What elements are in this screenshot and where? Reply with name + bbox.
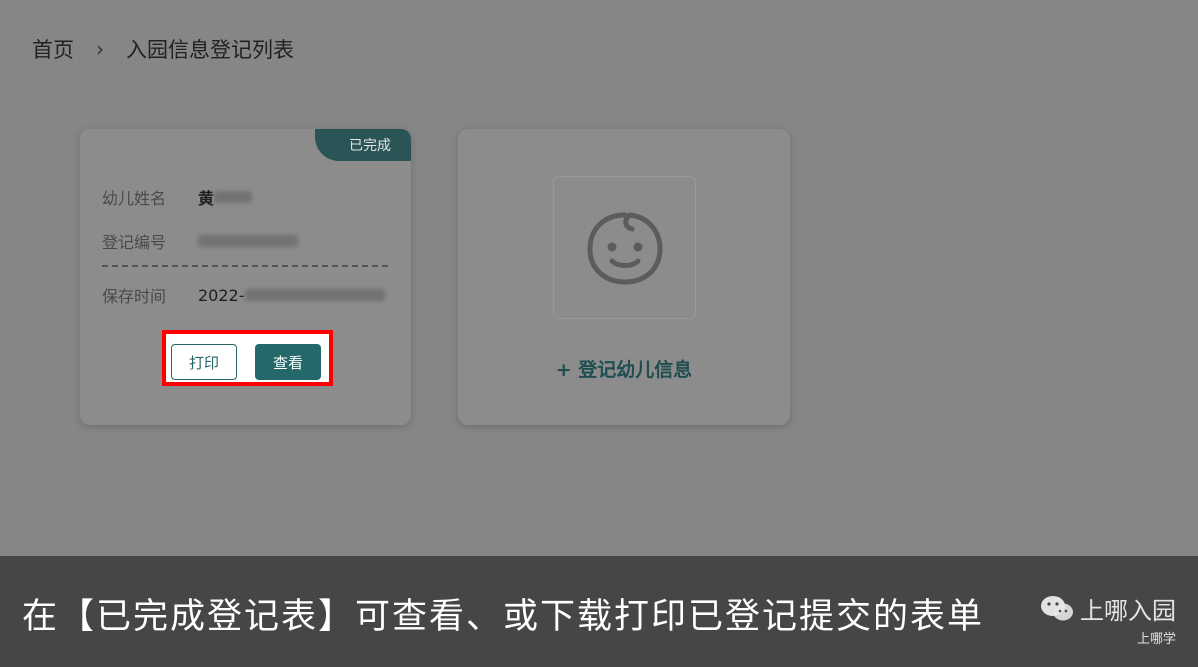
- status-badge: 已完成: [315, 129, 411, 161]
- button-highlight-box: 打印 查看: [162, 330, 333, 386]
- print-button[interactable]: 打印: [171, 344, 237, 380]
- add-child-card[interactable]: + 登记幼儿信息: [458, 129, 790, 425]
- baby-face-icon: [586, 212, 663, 285]
- breadcrumb-home[interactable]: 首页: [32, 34, 74, 64]
- field-label: 幼儿姓名: [102, 189, 167, 208]
- breadcrumb: 首页 › 入园信息登记列表: [32, 34, 294, 64]
- child-name-value: 黄: [198, 189, 215, 208]
- wechat-icon: [1041, 595, 1073, 620]
- view-button[interactable]: 查看: [255, 344, 321, 380]
- field-save-time: 保存时间 2022-: [102, 283, 385, 307]
- field-label: 登记编号: [102, 233, 167, 252]
- redacted-text: [244, 289, 385, 301]
- watermark: 上哪入园 上哪学: [1040, 591, 1176, 647]
- field-label: 保存时间: [102, 287, 167, 306]
- watermark-sub: 上哪学: [1136, 632, 1176, 647]
- watermark-main: 上哪入园: [1080, 597, 1176, 625]
- redacted-text: [198, 235, 298, 247]
- avatar-placeholder: [553, 176, 696, 319]
- add-child-info-link[interactable]: + 登记幼儿信息: [458, 355, 790, 382]
- field-child-name: 幼儿姓名 黄: [102, 185, 253, 209]
- dashed-divider: [102, 265, 388, 267]
- caption-bar: 在【已完成登记表】可查看、或下载打印已登记提交的表单 上哪入园 上哪学: [0, 556, 1198, 667]
- redacted-text: [214, 191, 253, 203]
- save-time-value: 2022-: [198, 285, 245, 305]
- breadcrumb-current: 入园信息登记列表: [126, 38, 294, 62]
- breadcrumb-separator: ›: [96, 37, 104, 61]
- field-registration-number: 登记编号: [102, 229, 298, 253]
- caption-text: 在【已完成登记表】可查看、或下载打印已登记提交的表单: [22, 597, 985, 637]
